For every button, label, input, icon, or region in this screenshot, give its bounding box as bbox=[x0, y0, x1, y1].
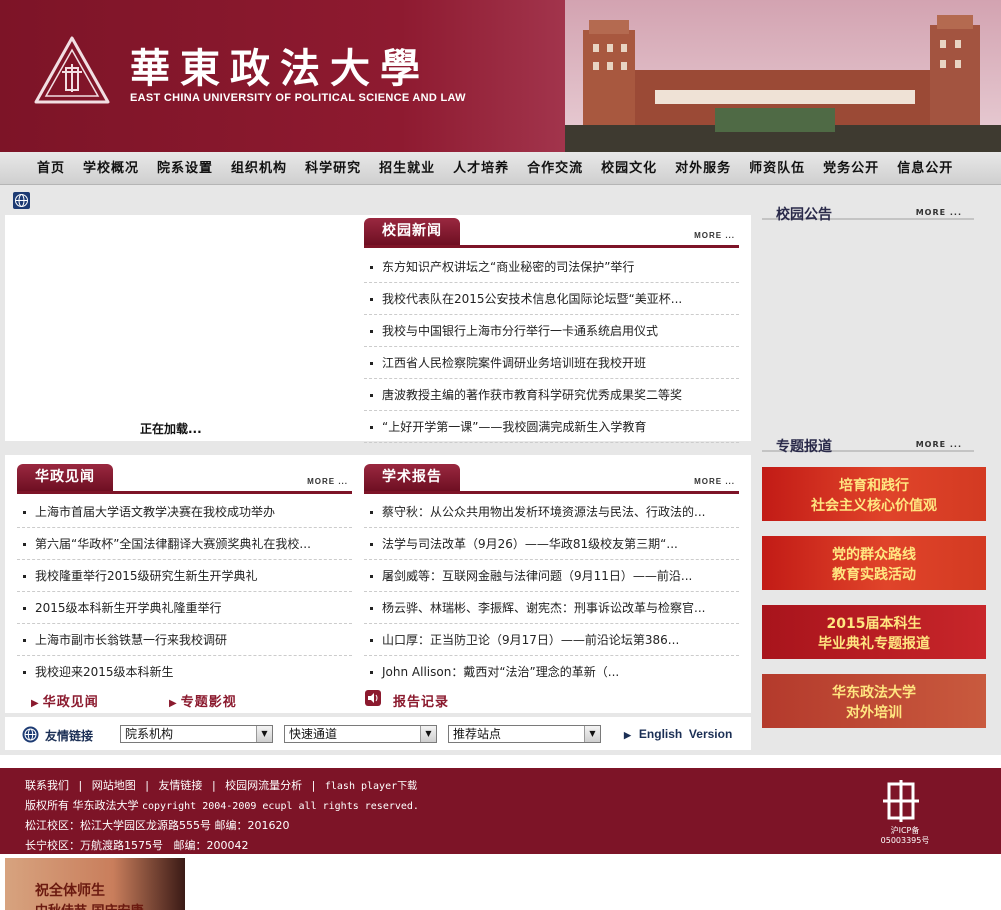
footer-link-flash[interactable]: flash player下载 bbox=[325, 781, 417, 792]
footer-link-friendly[interactable]: 友情链接 bbox=[158, 779, 202, 792]
academic-reports-tab[interactable]: 学术报告 bbox=[364, 464, 460, 491]
nav-item-departments[interactable]: 院系设置 bbox=[148, 152, 222, 185]
academic-reports-list: 蔡守秋：从公众共用物出发析环境资源法与民法、行政法的... 法学与司法改革（9月… bbox=[364, 496, 739, 688]
campus-news-header: 校园新闻 MORE ... bbox=[364, 218, 739, 248]
nav-item-party-affairs[interactable]: 党务公开 bbox=[814, 152, 888, 185]
university-name-en: EAST CHINA UNIVERSITY OF POLITICAL SCIEN… bbox=[130, 92, 466, 104]
list-item[interactable]: 我校迎来2015级本科新生 bbox=[17, 656, 352, 688]
right-sidebar: 校园公告 MORE ... 专题报道 MORE ... 培育和践行 社会主义核心… bbox=[760, 190, 986, 750]
friendly-links-label: 友情链接 bbox=[45, 729, 94, 743]
chevron-down-icon: ▼ bbox=[420, 726, 436, 742]
department-select[interactable]: 院系机构 ▼ bbox=[120, 725, 273, 743]
list-item[interactable]: 我校代表队在2015公安技术信息化国际论坛暨“美亚杯... bbox=[364, 283, 739, 315]
recommended-sites-select[interactable]: 推荐站点 ▼ bbox=[448, 725, 601, 743]
topic-banner-core-values[interactable]: 培育和践行 社会主义核心价值观 bbox=[762, 467, 986, 521]
list-item[interactable]: 江西省人民检察院案件调研业务培训班在我校开班 bbox=[364, 347, 739, 379]
nav-item-campus-culture[interactable]: 校园文化 bbox=[592, 152, 666, 185]
flash-slideshow[interactable]: 正在加载... bbox=[5, 215, 360, 441]
triangle-right-icon: ▶ bbox=[169, 698, 178, 709]
icp-number: 沪ICP备 05003395号 bbox=[880, 826, 930, 845]
english-version-link[interactable]: ▶ English Version bbox=[624, 727, 732, 741]
huazheng-news-list: 上海市首届大学语文教学决赛在我校成功举办 第六届“华政杯”全国法律翻译大赛颁奖典… bbox=[17, 496, 352, 688]
topic-banner-mass-line[interactable]: 党的群众路线 教育实践活动 bbox=[762, 536, 986, 590]
notice-title: 校园公告 bbox=[776, 207, 832, 223]
academic-reports-header: 学术报告 MORE ... bbox=[364, 464, 739, 494]
topics-header: 专题报道 MORE ... bbox=[762, 426, 974, 455]
list-item[interactable]: 我校与中国银行上海市分行举行一卡通系统启用仪式 bbox=[364, 315, 739, 347]
huazheng-news-more-link[interactable]: MORE ... bbox=[307, 477, 348, 486]
triangle-right-icon: ▶ bbox=[624, 730, 631, 740]
campus-news-tab[interactable]: 校园新闻 bbox=[364, 218, 460, 245]
campus-news-list: 东方知识产权讲坛之“商业秘密的司法保护”举行 我校代表队在2015公安技术信息化… bbox=[364, 251, 739, 443]
list-item[interactable]: 唐波教授主编的著作获市教育科学研究优秀成果奖二等奖 bbox=[364, 379, 739, 411]
footer-address-changning: 长宁校区：万航渡路1575号 邮编：200042 bbox=[25, 839, 249, 852]
list-item[interactable]: “上好开学第一课”——我校圆满完成新生入学教育 bbox=[364, 411, 739, 443]
notice-header: 校园公告 MORE ... bbox=[762, 194, 974, 223]
list-item[interactable]: 第六届“华政杯”全国法律翻译大赛颁奖典礼在我校... bbox=[17, 528, 352, 560]
nav-item-cooperation[interactable]: 合作交流 bbox=[518, 152, 592, 185]
nav-item-info-disclosure[interactable]: 信息公开 bbox=[888, 152, 962, 185]
globe-icon[interactable] bbox=[13, 192, 30, 209]
topics-more-link[interactable]: MORE ... bbox=[916, 440, 962, 449]
footer-link-traffic[interactable]: 校园网流量分析 bbox=[225, 779, 302, 792]
footer-link-contact[interactable]: 联系我们 bbox=[25, 779, 69, 792]
globe-icon bbox=[22, 726, 39, 743]
nav-item-faculty[interactable]: 师资队伍 bbox=[740, 152, 814, 185]
list-item[interactable]: 屠剑威等：互联网金融与法律问题（9月11日）——前沿... bbox=[364, 560, 739, 592]
list-item[interactable]: 法学与司法改革（9月26）——华政81级校友第三期“... bbox=[364, 528, 739, 560]
list-item[interactable]: 上海市副市长翁铁慧一行来我校调研 bbox=[17, 624, 352, 656]
icp-badge-icon[interactable] bbox=[883, 780, 919, 822]
quick-access-select[interactable]: 快速通道 ▼ bbox=[284, 725, 437, 743]
list-item[interactable]: 我校隆重举行2015级研究生新生开学典礼 bbox=[17, 560, 352, 592]
speaker-icon bbox=[365, 690, 381, 706]
topics-title: 专题报道 bbox=[776, 439, 832, 455]
huazheng-news-link[interactable]: ▶ 华政见闻 bbox=[31, 691, 99, 710]
greeting-line1: 祝全体师生 bbox=[35, 883, 105, 899]
special-video-link[interactable]: ▶ 专题影视 bbox=[169, 691, 237, 710]
notice-more-link[interactable]: MORE ... bbox=[916, 208, 962, 217]
footer-link-sitemap[interactable]: 网站地图 bbox=[92, 779, 136, 792]
report-records-link[interactable]: 报告记录 bbox=[393, 691, 449, 710]
topic-banner-external-training[interactable]: 华东政法大学 对外培训 bbox=[762, 674, 986, 728]
list-item[interactable]: John Allison：戴西对“法治”理念的革新（... bbox=[364, 656, 739, 688]
nav-item-organization[interactable]: 组织机构 bbox=[222, 152, 296, 185]
festival-greeting-popup[interactable]: 祝全体师生 中秋佳节 国庆安康 bbox=[5, 858, 185, 910]
main-navigation: 首页 学校概况 院系设置 组织机构 科学研究 招生就业 人才培养 合作交流 校园… bbox=[0, 152, 1001, 185]
chevron-down-icon: ▼ bbox=[584, 726, 600, 742]
academic-reports-more-link[interactable]: MORE ... bbox=[694, 477, 735, 486]
greeting-line2: 中秋佳节 国庆安康 bbox=[35, 900, 144, 910]
site-footer: 联系我们 | 网站地图 | 友情链接 | 校园网流量分析 | flash pla… bbox=[0, 768, 1001, 854]
university-emblem-icon[interactable] bbox=[34, 36, 110, 106]
triangle-right-icon: ▶ bbox=[31, 698, 40, 709]
list-item[interactable]: 东方知识产权讲坛之“商业秘密的司法保护”举行 bbox=[364, 251, 739, 283]
site-header: 華東政法大學 EAST CHINA UNIVERSITY OF POLITICA… bbox=[0, 0, 1001, 152]
nav-item-about[interactable]: 学校概况 bbox=[74, 152, 148, 185]
university-name-cn: 華東政法大學 bbox=[130, 45, 430, 92]
nav-item-research[interactable]: 科学研究 bbox=[296, 152, 370, 185]
academic-reports-panel: 学术报告 MORE ... 蔡守秋：从公众共用物出发析环境资源法与民法、行政法的… bbox=[360, 455, 751, 713]
huazheng-news-header: 华政见闻 MORE ... bbox=[17, 464, 352, 494]
campus-news-more-link[interactable]: MORE ... bbox=[694, 231, 735, 240]
nav-item-services[interactable]: 对外服务 bbox=[666, 152, 740, 185]
footer-links: 联系我们 | 网站地图 | 友情链接 | 校园网流量分析 | flash pla… bbox=[25, 779, 418, 792]
footer-address-songjiang: 松江校区：松江大学园区龙源路555号 邮编：201620 bbox=[25, 819, 290, 832]
list-item[interactable]: 上海市首届大学语文教学决赛在我校成功举办 bbox=[17, 496, 352, 528]
topic-banner-graduation[interactable]: 2015届本科生 毕业典礼专题报道 bbox=[762, 605, 986, 659]
nav-item-admissions[interactable]: 招生就业 bbox=[370, 152, 444, 185]
loading-text: 正在加载... bbox=[140, 422, 202, 436]
nav-item-training[interactable]: 人才培养 bbox=[444, 152, 518, 185]
huazheng-news-tab[interactable]: 华政见闻 bbox=[17, 464, 113, 491]
list-item[interactable]: 2015级本科新生开学典礼隆重举行 bbox=[17, 592, 352, 624]
list-item[interactable]: 山口厚：正当防卫论（9月17日）——前沿论坛第386... bbox=[364, 624, 739, 656]
chevron-down-icon: ▼ bbox=[256, 726, 272, 742]
campus-building-image bbox=[565, 0, 1001, 152]
list-item[interactable]: 蔡守秋：从公众共用物出发析环境资源法与民法、行政法的... bbox=[364, 496, 739, 528]
huazheng-news-panel: 华政见闻 MORE ... 上海市首届大学语文教学决赛在我校成功举办 第六届“华… bbox=[5, 455, 360, 713]
footer-copyright: 版权所有 华东政法大学 copyright 2004-2009 ecupl al… bbox=[25, 799, 419, 812]
list-item[interactable]: 杨云骅、林瑞彬、李振辉、谢宪杰：刑事诉讼改革与检察官... bbox=[364, 592, 739, 624]
campus-news-panel: 校园新闻 MORE ... 东方知识产权讲坛之“商业秘密的司法保护”举行 我校代… bbox=[360, 215, 751, 443]
nav-item-home[interactable]: 首页 bbox=[28, 152, 74, 185]
